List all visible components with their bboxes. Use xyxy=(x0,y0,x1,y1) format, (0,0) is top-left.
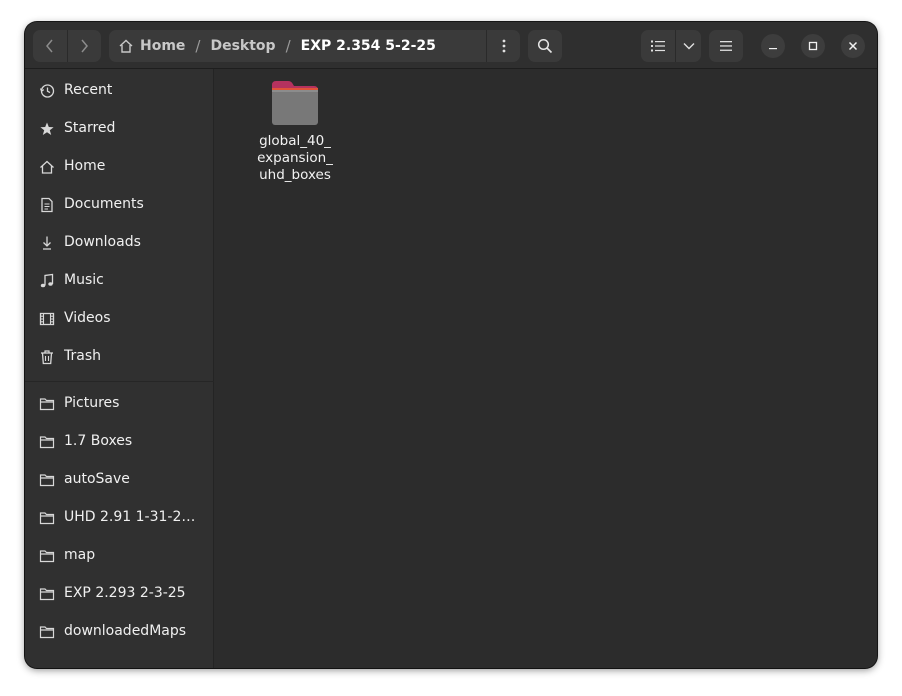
sidebar-item-exp-2-293[interactable]: EXP 2.293 2-3-25 xyxy=(25,575,214,613)
folder-icon xyxy=(39,436,55,449)
sidebar-item-label: Starred xyxy=(64,120,116,136)
breadcrumb-separator: / xyxy=(195,37,201,55)
sidebar-item-label: Downloads xyxy=(64,234,141,250)
file-view: global_40_ expansion_ uhd_boxes xyxy=(215,69,877,668)
minimize-button[interactable] xyxy=(761,34,785,58)
sidebar-item-label: EXP 2.293 2-3-25 xyxy=(64,585,186,601)
sidebar-item-label: downloadedMaps xyxy=(64,623,187,639)
folder-icon xyxy=(39,512,55,525)
folder-icon xyxy=(39,550,55,563)
sidebar-item-label: 1.7 Boxes xyxy=(64,433,133,449)
sidebar-item-label: Home xyxy=(64,158,106,174)
header-bar: Home / Desktop / EXP 2.354 5-2-25 xyxy=(25,22,877,69)
sidebar-item-label: Pictures xyxy=(64,395,120,411)
sidebar-item-starred[interactable]: Starred xyxy=(25,110,214,148)
sidebar-item-1-7-boxes[interactable]: 1.7 Boxes xyxy=(25,423,214,461)
clock-icon xyxy=(39,84,55,98)
sidebar-divider xyxy=(25,381,214,382)
sidebar-item-music[interactable]: Music xyxy=(25,262,214,300)
sidebar-item-label: map xyxy=(64,547,96,563)
sidebar-item-downloadedmaps[interactable]: downloadedMaps xyxy=(25,613,214,651)
music-icon xyxy=(40,273,54,288)
file-name-line: global_40_ xyxy=(259,133,331,149)
sidebar-item-uhd-2-91[interactable]: UHD 2.91 1-31-24 … xyxy=(25,499,214,537)
maximize-button[interactable] xyxy=(801,34,825,58)
sidebar-item-label: UHD 2.91 1-31-24 … xyxy=(64,509,198,525)
breadcrumb-separator: / xyxy=(285,37,291,55)
video-icon xyxy=(39,312,55,326)
chevron-down-icon xyxy=(683,43,694,50)
sidebar-item-label: Music xyxy=(64,272,104,288)
folder-icon xyxy=(39,474,55,487)
view-options-button[interactable] xyxy=(676,30,701,62)
sidebar-item-trash[interactable]: Trash xyxy=(25,338,214,376)
sidebar-item-map[interactable]: map xyxy=(25,537,214,575)
file-name: global_40_ expansion_ uhd_boxes xyxy=(240,133,350,184)
home-icon xyxy=(40,160,54,174)
sidebar-item-pictures[interactable]: Pictures xyxy=(25,385,214,423)
sidebar-item-downloads[interactable]: Downloads xyxy=(25,224,214,262)
sidebar-item-autosave[interactable]: autoSave xyxy=(25,461,214,499)
navigation-buttons xyxy=(33,30,101,62)
hamburger-menu-icon xyxy=(720,41,732,51)
view-switcher xyxy=(641,30,701,62)
sidebar-item-recent[interactable]: Recent xyxy=(25,72,214,110)
sidebar-item-label: autoSave xyxy=(64,471,130,487)
file-item-folder[interactable]: global_40_ expansion_ uhd_boxes xyxy=(240,77,350,187)
sidebar-item-label: Videos xyxy=(64,310,111,326)
sidebar-item-documents[interactable]: Documents xyxy=(25,186,214,224)
vertical-ellipsis-icon xyxy=(502,39,505,53)
breadcrumb-current[interactable]: EXP 2.354 5-2-25 xyxy=(301,38,436,54)
document-icon xyxy=(41,197,53,213)
trash-icon xyxy=(41,350,53,365)
file-name-line: expansion_ xyxy=(257,150,333,166)
path-menu-button[interactable] xyxy=(486,30,520,62)
star-icon xyxy=(40,122,54,135)
file-name-line: uhd_boxes xyxy=(259,167,331,183)
chevron-right-icon xyxy=(81,39,88,53)
folder-icon xyxy=(39,398,55,411)
close-icon xyxy=(848,41,858,51)
sidebar: Recent Starred Home Documents Downloads … xyxy=(25,69,214,668)
path-bar: Home / Desktop / EXP 2.354 5-2-25 xyxy=(109,30,520,62)
breadcrumb-desktop[interactable]: Desktop xyxy=(210,38,275,54)
back-button[interactable] xyxy=(33,30,67,62)
maximize-icon xyxy=(808,41,818,51)
main-menu-button[interactable] xyxy=(709,30,743,62)
folder-icon xyxy=(39,588,55,601)
list-view-button[interactable] xyxy=(641,30,675,62)
sidebar-item-label: Trash xyxy=(64,348,101,364)
folder-icon xyxy=(39,626,55,639)
file-manager-window: Home / Desktop / EXP 2.354 5-2-25 Recent… xyxy=(25,22,877,668)
home-icon xyxy=(119,39,133,53)
breadcrumb-home[interactable]: Home xyxy=(140,38,185,54)
search-button[interactable] xyxy=(528,30,562,62)
sidebar-item-videos[interactable]: Videos xyxy=(25,300,214,338)
chevron-left-icon xyxy=(46,39,53,53)
sidebar-item-home[interactable]: Home xyxy=(25,148,214,186)
folder-icon xyxy=(272,81,318,125)
forward-button[interactable] xyxy=(67,30,101,62)
sidebar-item-label: Recent xyxy=(64,82,113,98)
list-view-icon xyxy=(651,40,665,52)
minimize-icon xyxy=(769,48,777,50)
download-icon xyxy=(43,236,51,250)
close-button[interactable] xyxy=(841,34,865,58)
search-icon xyxy=(537,38,553,54)
sidebar-item-label: Documents xyxy=(64,196,144,212)
